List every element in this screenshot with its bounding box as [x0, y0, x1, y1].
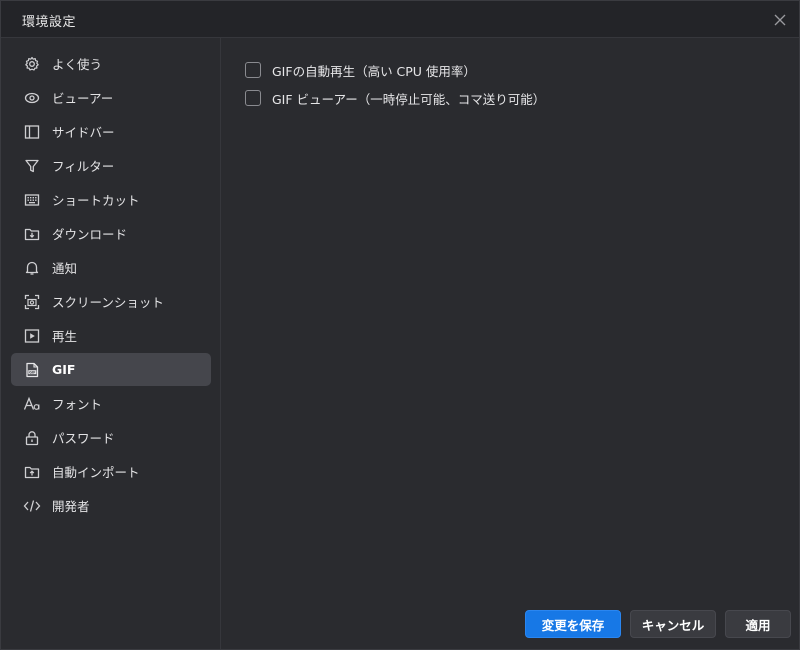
sidebar-item-label: ショートカット — [52, 193, 140, 208]
sidebar-item-label: よく使う — [52, 57, 103, 72]
settings-content: GIFの自動再生（高い CPU 使用率） GIF ビューアー（一時停止可能、コマ… — [221, 38, 799, 649]
sidebar-item-developer[interactable]: 開発者 — [11, 489, 211, 522]
cancel-button[interactable]: キャンセル — [630, 610, 716, 638]
gif-file-icon: GIF — [22, 360, 42, 380]
bell-icon — [22, 258, 42, 278]
settings-sidebar: よく使う ビューアー サイドバー フィルター ショートカット ダウンロード 通知… — [1, 38, 221, 649]
lock-icon — [22, 428, 42, 448]
sidebar-item-frequent[interactable]: よく使う — [11, 47, 211, 80]
close-button[interactable] — [769, 9, 791, 31]
sidebar-item-label: フィルター — [52, 159, 115, 174]
title-bar: 環境設定 — [1, 1, 799, 38]
gif-autoplay-option[interactable]: GIFの自動再生（高い CPU 使用率） — [245, 60, 476, 80]
sidebar-item-password[interactable]: パスワード — [11, 421, 211, 454]
import-icon — [22, 462, 42, 482]
sidebar-icon — [22, 122, 42, 142]
gif-viewer-label: GIF ビューアー（一時停止可能、コマ送り可能） — [272, 91, 546, 107]
sidebar-item-label: ダウンロード — [52, 227, 128, 242]
window-title: 環境設定 — [22, 15, 77, 30]
preferences-window: 環境設定 よく使う ビューアー サイドバー フィルター ショートカット ダウンロ… — [0, 0, 800, 650]
close-icon — [774, 14, 786, 26]
filter-icon — [22, 156, 42, 176]
sidebar-item-screenshot[interactable]: スクリーンショット — [11, 285, 211, 318]
save-changes-button[interactable]: 変更を保存 — [525, 610, 621, 638]
sidebar-item-sidebar[interactable]: サイドバー — [11, 115, 211, 148]
sidebar-item-label: パスワード — [52, 431, 115, 446]
gif-autoplay-checkbox[interactable] — [245, 62, 261, 78]
download-icon — [22, 224, 42, 244]
font-icon — [22, 394, 42, 414]
sidebar-item-playback[interactable]: 再生 — [11, 319, 211, 352]
code-icon — [22, 496, 42, 516]
sidebar-item-notifications[interactable]: 通知 — [11, 251, 211, 284]
sidebar-item-label: スクリーンショット — [52, 295, 164, 310]
sidebar-item-filter[interactable]: フィルター — [11, 149, 211, 182]
svg-text:GIF: GIF — [29, 370, 36, 374]
sidebar-item-label: 通知 — [52, 261, 78, 276]
apply-button[interactable]: 適用 — [725, 610, 791, 638]
sidebar-item-label: フォント — [52, 397, 103, 412]
sidebar-item-gif[interactable]: GIF GIF — [11, 353, 211, 386]
sidebar-item-shortcuts[interactable]: ショートカット — [11, 183, 211, 216]
keyboard-icon — [22, 190, 42, 210]
play-icon — [22, 326, 42, 346]
sidebar-item-label: 開発者 — [52, 499, 90, 514]
gear-icon — [22, 54, 42, 74]
sidebar-item-label: GIF — [52, 362, 76, 377]
sidebar-item-download[interactable]: ダウンロード — [11, 217, 211, 250]
eye-icon — [22, 88, 42, 108]
gif-viewer-checkbox[interactable] — [245, 90, 261, 106]
sidebar-item-auto-import[interactable]: 自動インポート — [11, 455, 211, 488]
sidebar-item-label: サイドバー — [52, 125, 115, 140]
sidebar-item-viewer[interactable]: ビューアー — [11, 81, 211, 114]
sidebar-item-label: ビューアー — [52, 91, 114, 106]
sidebar-item-font[interactable]: フォント — [11, 387, 211, 420]
sidebar-item-label: 再生 — [52, 329, 78, 344]
sidebar-item-label: 自動インポート — [52, 465, 140, 480]
screenshot-icon — [22, 292, 42, 312]
gif-autoplay-label: GIFの自動再生（高い CPU 使用率） — [272, 63, 476, 79]
gif-viewer-option[interactable]: GIF ビューアー（一時停止可能、コマ送り可能） — [245, 88, 545, 108]
